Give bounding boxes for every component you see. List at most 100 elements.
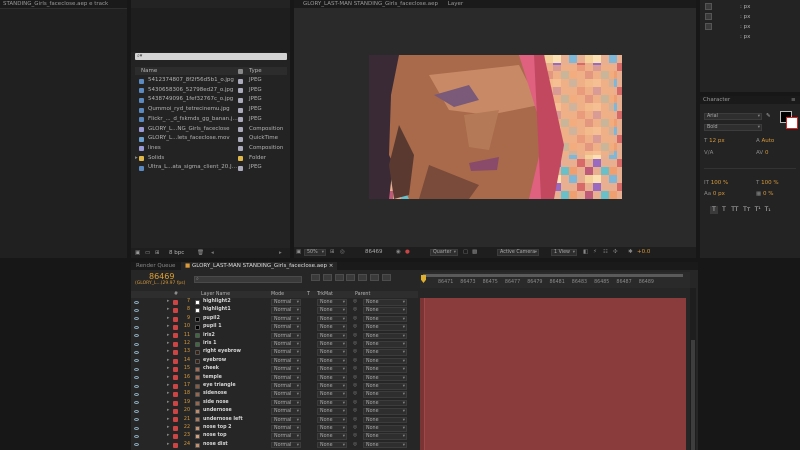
blend-mode-select[interactable]: Normal [271,341,301,348]
trash-icon[interactable]: 🗑 [197,248,204,258]
blend-mode-select[interactable]: Normal [271,349,301,356]
project-item[interactable]: GLORY_L...NG_Girls_faceclose Composition [135,125,287,135]
layer-name[interactable]: highlight1 [203,306,231,314]
track-matte-select[interactable]: None [317,341,347,348]
parent-select[interactable]: None [363,341,407,348]
scroll-right-icon[interactable]: ▸ [279,248,282,258]
twirl-icon[interactable]: ▸ [167,424,169,432]
pick-whip-icon[interactable]: ◎ [353,357,357,365]
layer-label-color[interactable] [173,425,178,431]
shy-layers-icon[interactable] [334,274,344,281]
tab-render-queue[interactable]: Render Queue [136,262,175,270]
col-type[interactable]: Type [249,67,262,75]
track-matte-select[interactable]: None [317,315,347,323]
small-caps-button[interactable]: Tт [742,206,752,214]
label-color-swatch[interactable] [238,117,243,123]
blend-mode-select[interactable]: Normal [271,374,301,382]
layer-label-color[interactable] [173,417,178,423]
parent-select[interactable]: None [363,433,407,440]
layer-row[interactable]: ▸ 13 right eyebrow Normal None ◎ None [131,348,418,356]
layer-label-color[interactable] [173,408,178,414]
layer-label-color[interactable] [173,400,178,406]
baseline-shift-field[interactable]: Aa 0 px [704,191,725,198]
left-panel-header[interactable]: STANDING_Girls_faceclose.aep e track [0,0,127,8]
viewer-timecode[interactable]: 86469 [365,247,383,258]
layer-name[interactable]: highlight2 [203,298,231,306]
faux-bold-button[interactable]: T [710,206,718,214]
twirl-icon[interactable]: ▸ [167,407,169,415]
parent-select[interactable]: None [363,399,407,407]
layer-label-color[interactable] [173,308,178,314]
twirl-icon[interactable]: ▸ [167,298,169,306]
layer-row[interactable]: ▸ 9 pupil2 Normal None ◎ None [131,315,418,323]
label-color-swatch[interactable] [238,146,243,152]
layer-label-color[interactable] [173,316,178,322]
timeline-icon[interactable]: ☷ [603,247,608,258]
layer-name[interactable]: nose top 2 [203,424,232,432]
motion-blur-icon[interactable] [358,274,367,281]
twirl-icon[interactable]: ▸ [167,382,169,390]
leading-field[interactable]: A Auto [756,138,774,145]
visibility-eye-icon[interactable] [134,367,139,371]
panel-menu-icon[interactable]: ≡ [791,96,796,104]
layer-name[interactable]: iris 1 [203,340,217,348]
horizontal-scale-field[interactable]: T 100 % [756,180,779,187]
blend-mode-select[interactable]: Normal [271,299,301,306]
visibility-eye-icon[interactable] [134,317,139,321]
bpc-label[interactable]: 8 bpc [169,248,184,258]
layer-row[interactable]: ▸ 10 pupil 1 Normal None ◎ None [131,323,418,331]
parent-select[interactable]: None [363,425,407,432]
project-item[interactable]: GLORY_L...lets_faceclose.mov QuickTime [135,134,287,144]
brainstorm-icon[interactable] [369,274,379,281]
parent-select[interactable]: None [363,299,407,306]
parent-select[interactable]: None [363,366,407,373]
flowchart-icon[interactable]: ✣ [613,247,618,258]
graph-editor-icon[interactable] [381,274,391,281]
track-matte-select[interactable]: None [317,408,347,415]
twirl-icon[interactable]: ▸ [167,399,169,407]
parent-select[interactable]: None [363,416,407,424]
layer-name[interactable]: side nose [203,399,229,407]
parent-select[interactable]: None [363,307,407,314]
timecode-display[interactable]: 86469 [149,272,174,281]
frame-blending-icon[interactable] [346,274,356,281]
visibility-eye-icon[interactable] [134,392,139,396]
new-comp-icon[interactable]: ⊞ [155,248,160,258]
layer-bar[interactable] [424,298,686,450]
blend-mode-select[interactable]: Normal [271,307,301,314]
twirl-icon[interactable]: ▸ [167,374,169,382]
layer-row[interactable]: ▸ 12 iris 1 Normal None ◎ None [131,340,418,348]
draft-3d-icon[interactable] [322,274,332,281]
layer-name[interactable]: undernose [203,407,232,415]
layer-label-color[interactable] [173,375,178,381]
track-matte-select[interactable]: None [317,383,347,390]
pick-whip-icon[interactable]: ◎ [353,390,357,398]
visibility-eye-icon[interactable] [134,376,139,380]
blend-mode-select[interactable]: Normal [271,324,301,331]
pick-whip-icon[interactable]: ◎ [353,416,357,424]
parent-select[interactable]: None [363,408,407,415]
resolution-select[interactable]: Quarter [430,249,458,256]
col-parent[interactable]: Parent [355,291,370,298]
layer-row[interactable]: ▸ 21 undernose left Normal None ◎ None [131,416,418,424]
scrollbar-thumb[interactable] [691,340,695,450]
twirl-icon[interactable]: ▸ [167,306,169,314]
parent-select[interactable]: None [363,332,407,340]
exposure-icon[interactable]: ✱ [628,247,633,258]
parent-select[interactable]: None [363,383,407,390]
camera-icon[interactable]: ◉ [396,247,401,258]
pick-whip-icon[interactable]: ◎ [353,315,357,323]
label-color-swatch[interactable] [238,97,243,103]
project-item[interactable]: lines Composition [135,144,287,154]
parent-select[interactable]: None [363,374,407,382]
stroke-width-row[interactable] [704,163,796,169]
pick-whip-icon[interactable]: ◎ [353,306,357,314]
project-search-field[interactable]: ⌕▾ [135,53,287,60]
camera-select[interactable]: Active Camera [497,249,539,256]
layer-name[interactable]: nose top [203,432,227,440]
twirl-icon[interactable]: ▸ [167,340,169,348]
layer-name[interactable]: right eyebrow [203,348,241,356]
parent-select[interactable]: None [363,324,407,331]
visibility-eye-icon[interactable] [134,350,139,354]
track-matte-select[interactable]: None [317,374,347,382]
